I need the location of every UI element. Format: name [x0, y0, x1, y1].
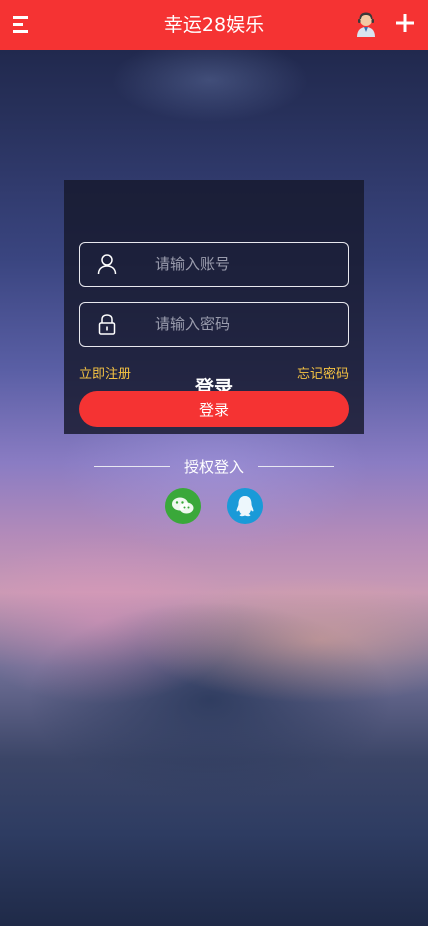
wechat-login-button[interactable]: [165, 488, 201, 524]
divider-line: [258, 466, 334, 467]
forgot-password-link[interactable]: 忘记密码: [297, 363, 349, 382]
oauth-divider: 授权登入: [94, 455, 334, 477]
account-input[interactable]: [140, 243, 340, 285]
top-bar: 幸运28娱乐: [0, 0, 428, 50]
qq-login-button[interactable]: [227, 488, 263, 524]
account-field: [79, 242, 349, 287]
login-button[interactable]: 登录: [79, 391, 349, 427]
password-input[interactable]: [140, 303, 340, 345]
user-icon: [97, 254, 117, 275]
add-button[interactable]: [394, 12, 416, 34]
login-form: 登录 立即注册 忘记密码 登录: [64, 180, 364, 434]
customer-service-button[interactable]: [353, 10, 379, 38]
register-link[interactable]: 立即注册: [79, 363, 131, 382]
wechat-icon: [172, 497, 194, 514]
qq-icon: [236, 496, 254, 517]
customer-service-icon: [357, 12, 375, 37]
login-links: 立即注册 忘记密码: [79, 363, 349, 382]
lock-icon: [98, 314, 116, 335]
plus-icon: [396, 14, 414, 32]
password-field: [79, 302, 349, 347]
